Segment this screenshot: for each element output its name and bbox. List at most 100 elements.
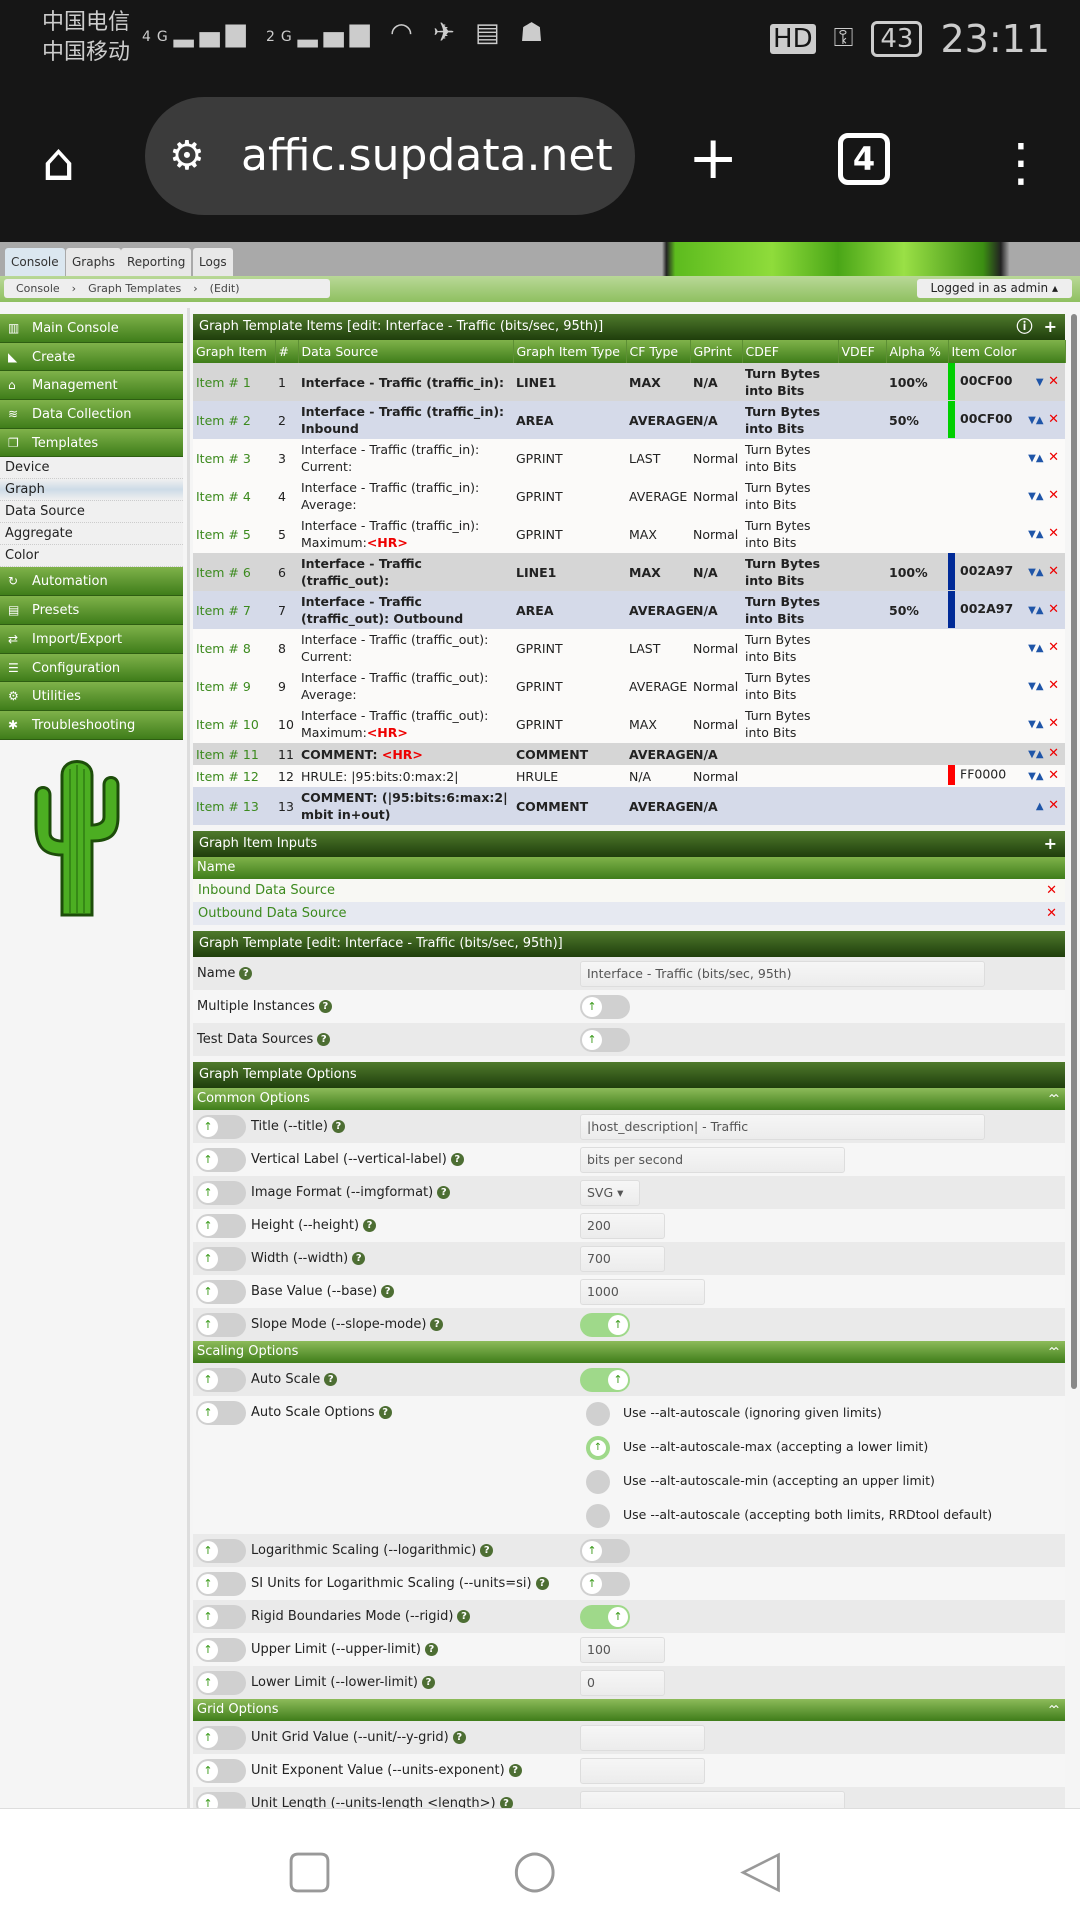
recents-icon[interactable]: ▢ [285,1839,334,1899]
name-input[interactable]: Interface - Traffic (bits/sec, 95th) [580,961,985,987]
override-toggle[interactable]: ↑ [196,1280,246,1304]
column-header[interactable]: CF Type [626,340,691,363]
help-icon[interactable]: ? [363,1219,377,1232]
autoscale-radio-option[interactable]: Use --alt-autoscale-min (accepting an up… [193,1464,1065,1498]
option-input[interactable] [580,1758,705,1784]
move-up-icon[interactable]: ▲ [1036,643,1044,654]
sidebar-subitem-data-source[interactable]: Data Source [0,501,183,524]
table-row[interactable]: Item # 12 12 HRULE: |95:bits:0:max:2| HRULE… [193,765,1065,787]
sidebar-item-create[interactable]: ◣ Create [0,342,183,372]
move-down-icon[interactable]: ▼ [1028,415,1036,426]
override-toggle[interactable]: ↑ [196,1181,246,1205]
option-toggle[interactable]: ↑ [580,1313,630,1337]
help-icon[interactable]: ? [352,1252,366,1265]
move-down-icon[interactable]: ▼ [1028,719,1036,730]
move-up-icon[interactable]: ▲ [1036,453,1044,464]
option-toggle[interactable]: ↑ [580,1539,630,1563]
override-toggle[interactable]: ↑ [196,1214,246,1238]
move-down-icon[interactable]: ▼ [1028,529,1036,540]
sidebar-item-troubleshooting[interactable]: ✱ Troubleshooting [0,710,183,740]
input-row[interactable]: Outbound Data Source ✕ [193,902,1065,925]
sidebar-item-templates[interactable]: ❐ Templates [0,428,183,458]
column-header[interactable]: # [275,340,299,363]
delete-icon[interactable]: ✕ [1044,602,1059,617]
help-icon[interactable]: ? [480,1544,494,1557]
graph-item-link[interactable]: Item # 2 [193,401,275,439]
sidebar-item-main-console[interactable]: ▥ Main Console [0,314,183,343]
graph-item-link[interactable]: Item # 12 [193,765,275,787]
column-header[interactable]: VDEF [838,340,887,363]
help-icon[interactable]: ⓘ [1016,317,1032,336]
logged-in-user[interactable]: Logged in as admin ▴ [916,279,1072,298]
column-header[interactable]: GPrint [690,340,743,363]
option-input[interactable] [580,1725,705,1751]
add-input-icon[interactable]: + [1044,831,1057,857]
sidebar-subitem-graph[interactable]: Graph [0,479,183,502]
sidebar-item-management[interactable]: ⌂ Management [0,371,183,401]
help-icon[interactable]: ? [381,1285,395,1298]
override-toggle[interactable]: ↑ [196,1605,246,1629]
table-row[interactable]: Item # 8 8 Interface - Traffic (traffic_ou… [193,629,1065,667]
move-up-icon[interactable]: ▲ [1036,681,1044,692]
home-circle-icon[interactable]: ○ [512,1839,557,1899]
radio-button[interactable] [586,1470,610,1494]
table-row[interactable]: Item # 2 2 Interface - Traffic (traffic_in… [193,401,1065,439]
sidebar-subitem-aggregate[interactable]: Aggregate [0,523,183,546]
override-toggle[interactable]: ↑ [196,1638,246,1662]
home-icon[interactable]: ⌂ [42,133,75,193]
option-input[interactable]: 700 [580,1246,665,1272]
sidebar-item-automation[interactable]: ↻ Automation [0,567,183,597]
table-row[interactable]: Item # 11 11 COMMENT: <HR> COMMENT AVERAGE N/… [193,743,1065,765]
table-row[interactable]: Item # 7 7 Interface - Traffic (traffic_ou… [193,591,1065,629]
graph-item-link[interactable]: Item # 11 [193,743,275,765]
collapse-icon[interactable]: ⌃⌃ [1047,1699,1061,1721]
table-row[interactable]: Item # 4 4 Interface - Traffic (traffic_in… [193,477,1065,515]
override-toggle[interactable]: ↑ [196,1759,246,1783]
collapse-icon[interactable]: ⌃⌃ [1047,1088,1061,1110]
delete-icon[interactable]: ✕ [1046,879,1057,902]
tab-reporting[interactable]: Reporting [121,248,192,276]
scrollbar[interactable] [1071,314,1077,1389]
table-row[interactable]: Item # 13 13 COMMENT: (|95:bits:6:max:2| m… [193,787,1065,825]
option-input[interactable]: 1000 [580,1279,705,1305]
sidebar-item-utilities[interactable]: ⚙ Utilities [0,682,183,711]
sidebar-subitem-color[interactable]: Color [0,545,183,568]
move-up-icon[interactable]: ▲ [1036,605,1044,616]
column-header[interactable]: Alpha % [886,340,949,363]
override-toggle[interactable]: ↑ [196,1539,246,1563]
breadcrumb-edit[interactable]: (Edit) [198,279,252,298]
table-row[interactable]: Item # 1 1 Interface - Traffic (traffic_in… [193,363,1065,401]
input-row[interactable]: Inbound Data Source ✕ [193,879,1065,902]
delete-icon[interactable]: ✕ [1044,716,1059,731]
delete-icon[interactable]: ✕ [1046,902,1057,925]
graph-item-link[interactable]: Item # 5 [193,515,275,553]
graph-item-link[interactable]: Item # 4 [193,477,275,515]
radio-button[interactable] [586,1436,610,1460]
help-icon[interactable]: ? [508,1764,522,1777]
breadcrumb-graph-templates[interactable]: Graph Templates [76,279,193,298]
option-toggle[interactable]: ↑ [580,1572,630,1596]
delete-icon[interactable]: ✕ [1044,640,1059,655]
option-toggle[interactable]: ↑ [580,1368,630,1392]
move-up-icon[interactable]: ▲ [1036,771,1044,782]
override-toggle[interactable]: ↑ [196,1572,246,1596]
sidebar-item-import-export[interactable]: ⇄ Import/Export [0,624,183,654]
graph-item-link[interactable]: Item # 6 [193,553,275,591]
delete-icon[interactable]: ✕ [1044,678,1059,693]
delete-icon[interactable]: ✕ [1044,798,1059,813]
column-header[interactable]: Graph Item [193,340,276,363]
move-up-icon[interactable]: ▲ [1036,529,1044,540]
override-toggle[interactable]: ↑ [196,1115,246,1139]
section-header[interactable]: Scaling Options ⌃⌃ [193,1341,1065,1363]
graph-item-link[interactable]: Item # 1 [193,363,275,401]
table-row[interactable]: Item # 3 3 Interface - Traffic (traffic_in… [193,439,1065,477]
option-input[interactable]: bits per second [580,1147,845,1173]
add-item-icon[interactable]: + [1044,317,1057,336]
delete-icon[interactable]: ✕ [1044,488,1059,503]
collapse-icon[interactable]: ⌃⌃ [1047,1341,1061,1363]
delete-icon[interactable]: ✕ [1044,746,1059,761]
option-input[interactable]: 100 [580,1637,665,1663]
test-data-sources-toggle[interactable]: ↑ [580,1028,630,1052]
tab-graphs[interactable]: Graphs [66,248,122,276]
move-down-icon[interactable]: ▼ [1028,749,1036,760]
